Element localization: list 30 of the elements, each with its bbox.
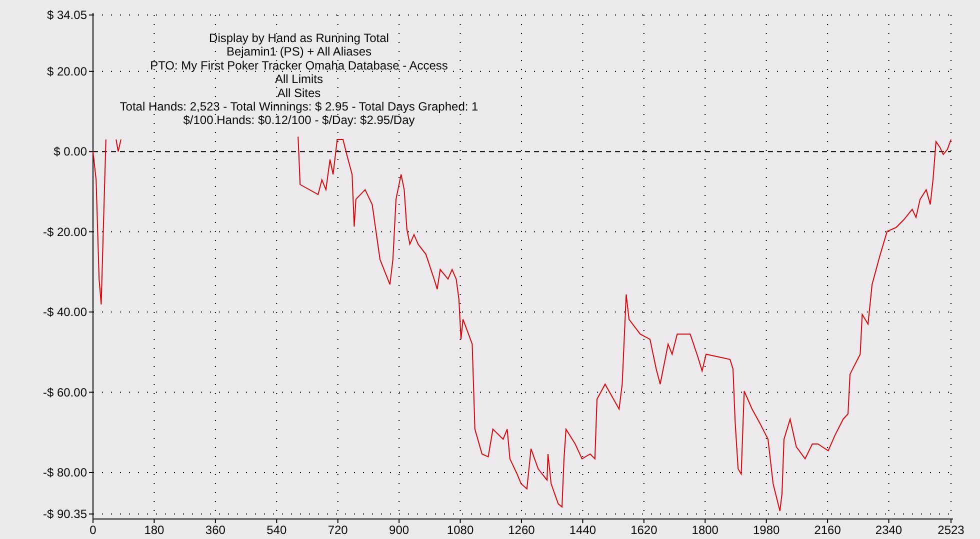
x-tick-label: 2523 <box>938 523 964 537</box>
chart-title: $/100 Hands: $0.12/100 - $/Day: $2.95/Day <box>183 113 415 128</box>
x-tick-label: 1260 <box>508 523 535 537</box>
chart-title: Display by Hand as Running Total <box>209 31 389 45</box>
x-tick-label: 720 <box>328 523 348 537</box>
x-tick-label: 900 <box>389 523 410 537</box>
chart-title: Bejamin1 (PS) + All Aliases <box>226 44 372 59</box>
x-tick-label: 1800 <box>692 523 718 537</box>
x-tick-label: 1980 <box>753 523 780 537</box>
x-tick-label: 540 <box>266 523 287 537</box>
y-tick-label: $ 34.05 <box>46 8 87 22</box>
y-tick-label: $ 20.00 <box>46 64 87 78</box>
chart-title: All Limits <box>275 72 323 86</box>
y-tick-label: $ 0.00 <box>54 144 87 159</box>
x-tick-label: 2160 <box>814 523 841 537</box>
y-tick-label: -$ 90.35 <box>42 507 87 521</box>
x-tick-label: 0 <box>90 523 96 537</box>
x-tick-label: 180 <box>144 523 164 537</box>
y-tick-label: -$ 20.00 <box>42 224 87 239</box>
x-tick-label: 2340 <box>875 523 902 537</box>
x-tick-label: 1620 <box>630 523 658 537</box>
chart-title: PTO: My First Poker Tracker Omaha Database - Access <box>150 58 448 72</box>
chart-title: Total Hands: 2,523 - Total Winnings: $ 2.95 - Total Days Graphed: 1 <box>120 100 478 114</box>
y-tick-label: -$ 60.00 <box>42 385 87 400</box>
y-tick-label: -$ 80.00 <box>42 465 87 480</box>
y-tick-label: -$ 40.00 <box>42 305 87 320</box>
x-tick-label: 360 <box>205 523 226 537</box>
x-tick-label: 1080 <box>446 523 474 537</box>
chart-title: All Sites <box>277 86 321 100</box>
x-tick-label: 1440 <box>569 523 596 537</box>
